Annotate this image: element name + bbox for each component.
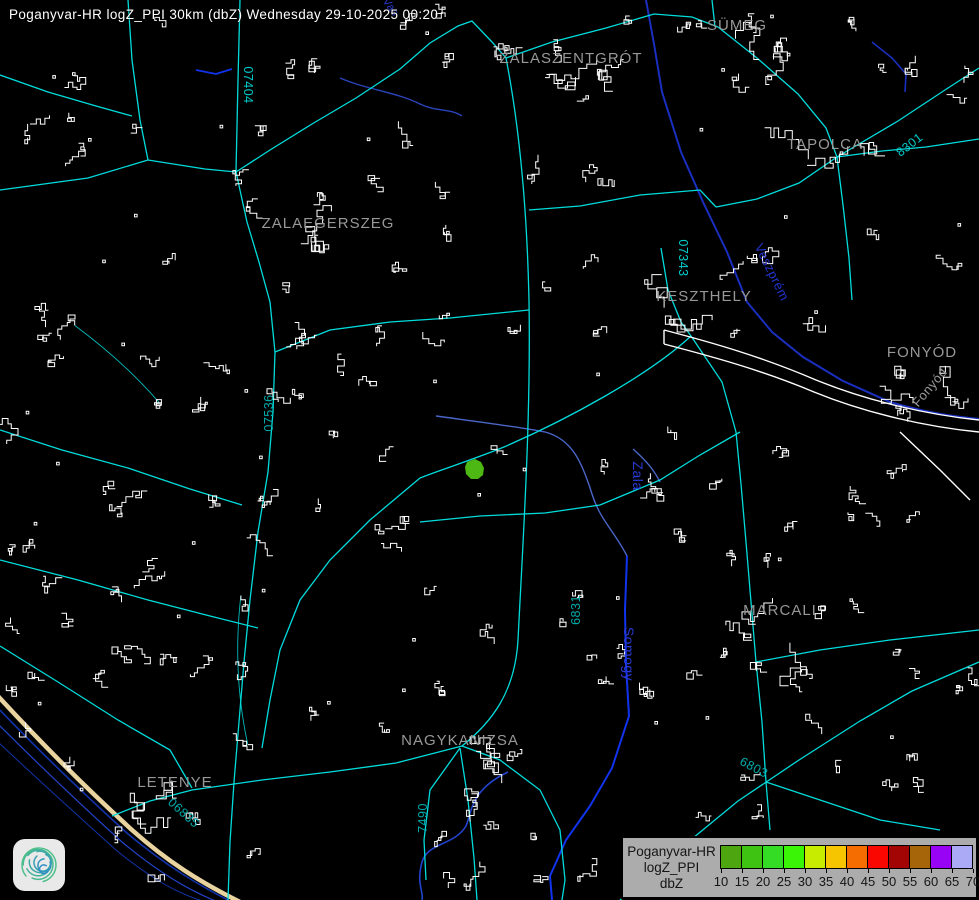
product-title: Poganyvar-HR logZ_PPI 30km (dbZ) Wednesd… — [9, 7, 438, 22]
legend-tick-label: 55 — [903, 874, 917, 889]
city-label: SÜMEG — [707, 16, 767, 34]
legend-tick-label: 65 — [945, 874, 959, 889]
legend-tick-label: 25 — [777, 874, 791, 889]
legend-tick-mark — [805, 869, 806, 873]
legend-tick-mark — [826, 869, 827, 873]
legend-swatch — [847, 846, 868, 868]
legend-tick-mark — [847, 869, 848, 873]
city-label: ZALAEGERSZEG — [262, 215, 395, 232]
logo-background — [13, 839, 65, 891]
road-number-label: 6831 — [569, 595, 583, 625]
legend-radar-name: Poganyvar-HR — [627, 844, 716, 860]
legend-swatch — [889, 846, 910, 868]
legend-tick-label: 35 — [819, 874, 833, 889]
legend-tick-label: 40 — [840, 874, 854, 889]
road-number-label: 07343 — [676, 239, 690, 276]
legend-colorbar: 10152025303540455055606570 — [720, 838, 976, 897]
legend-tick-label: 30 — [798, 874, 812, 889]
city-label: LETENYE — [137, 774, 212, 791]
road-number-label: 07404 — [241, 66, 255, 103]
radar-echo — [465, 459, 484, 479]
legend-tick-mark — [889, 869, 890, 873]
legend-tick-mark — [868, 869, 869, 873]
legend-unit: dbZ — [660, 876, 683, 892]
legend-tick-mark — [952, 869, 953, 873]
dbz-legend: Poganyvar-HR logZ_PPI dbZ 10 15 20 25 30 35 40… — [621, 836, 978, 899]
legend-tick-label: 10 — [714, 874, 728, 889]
legend-swatch — [805, 846, 826, 868]
city-label: KESZTHELY — [656, 288, 751, 305]
legend-swatch-row — [720, 845, 973, 869]
legend-swatch — [868, 846, 889, 868]
legend-swatch — [826, 846, 847, 868]
city-label: NAGYKANIZSA — [401, 732, 519, 749]
legend-swatch — [784, 846, 805, 868]
legend-title-block: Poganyvar-HR logZ_PPI dbZ — [623, 838, 720, 897]
city-label: MARCALI — [743, 602, 817, 619]
legend-tick-mark — [784, 869, 785, 873]
legend-tick-label: 15 — [735, 874, 749, 889]
legend-tick-label: 60 — [924, 874, 938, 889]
radar-viewer: SÜMEG ZALASZENTGRÓT TAPOLCA ZALAEGERSZEG KES… — [0, 0, 979, 900]
radar-map-canvas: SÜMEG ZALASZENTGRÓT TAPOLCA ZALAEGERSZEG KES… — [0, 0, 979, 900]
road-number-label: 8301 — [893, 130, 925, 159]
legend-swatch — [721, 846, 742, 868]
legend-tick-mark — [931, 869, 932, 873]
rivers-layer — [196, 0, 979, 900]
legend-swatch — [742, 846, 763, 868]
city-label: TAPOLCA — [787, 136, 863, 153]
legend-product-name: logZ_PPI — [644, 860, 700, 876]
area-label: Somogy — [621, 627, 637, 681]
road-number-label: 7490 — [416, 803, 430, 833]
legend-tick-label: 20 — [756, 874, 770, 889]
legend-swatch — [952, 846, 972, 868]
legend-tick-mark — [742, 869, 743, 873]
road-number-label: 07536 — [262, 394, 276, 431]
legend-swatch — [763, 846, 784, 868]
area-label: Zala — [630, 461, 646, 490]
legend-tick-label: 70 — [966, 874, 979, 889]
legend-tick-mark — [910, 869, 911, 873]
major-roads-layer — [0, 0, 979, 900]
legend-tick-mark — [973, 869, 974, 873]
legend-tick-label: 50 — [882, 874, 896, 889]
city-label: ZALASZENTGRÓT — [499, 50, 642, 67]
legend-swatch — [931, 846, 952, 868]
legend-tick-mark — [721, 869, 722, 873]
city-label: FONYÓD — [887, 344, 957, 361]
radar-echo-layer — [465, 459, 484, 479]
map-labels-layer: SÜMEG ZALASZENTGRÓT TAPOLCA ZALAEGERSZEG KES… — [137, 0, 957, 833]
legend-tick-mark — [763, 869, 764, 873]
legend-tick-label: 45 — [861, 874, 875, 889]
met-service-spiral-logo — [13, 839, 65, 891]
legend-swatch — [910, 846, 931, 868]
